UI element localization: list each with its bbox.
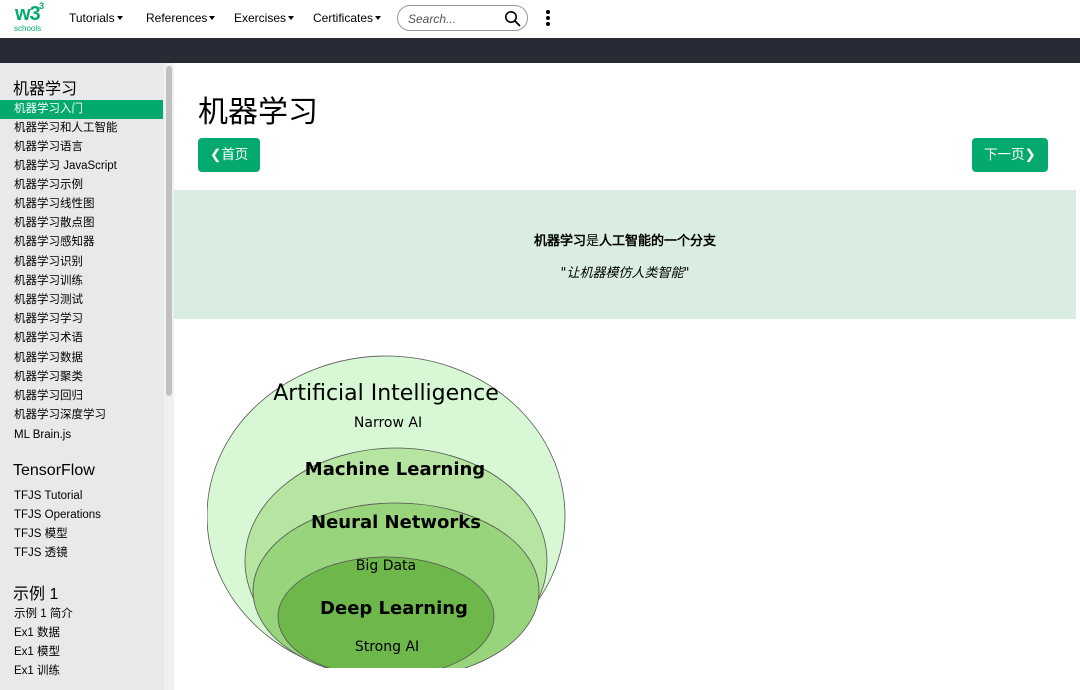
nav-exercises-label: Exercises [234, 11, 287, 25]
sidebar-heading-example1: 示例 1 [13, 586, 59, 603]
sidebar-item[interactable]: TFJS Tutorial [0, 487, 163, 506]
caret-down-icon [288, 16, 295, 20]
sidebar-item[interactable]: 机器学习数据 [0, 349, 163, 368]
next-page-button[interactable]: 下一页❯ [972, 138, 1048, 172]
sidebar-item[interactable]: Ex1 数据 [0, 624, 163, 643]
top-nav: w3 3 schools Tutorials References Exerci… [0, 0, 1080, 38]
dl-label: Deep Learning [320, 598, 468, 619]
sidebar-item[interactable]: 机器学习训练 [0, 272, 163, 291]
page-title: 机器学习 [198, 95, 318, 130]
main-content: 机器学习 ❮首页 下一页❯ 机器学习是人工智能的一个分支 "让机器模仿人类智能"… [174, 63, 1080, 690]
search-box [397, 5, 528, 31]
sidebar-item[interactable]: TFJS 模型 [0, 525, 163, 544]
search-icon[interactable] [504, 10, 521, 27]
sidebar-item[interactable]: 机器学习聚类 [0, 368, 163, 387]
sidebar-item[interactable]: 机器学习深度学习 [0, 406, 163, 425]
sidebar-item[interactable]: 机器学习测试 [0, 291, 163, 310]
intro-banner: 机器学习是人工智能的一个分支 "让机器模仿人类智能" [174, 190, 1076, 319]
caret-down-icon [116, 16, 123, 20]
chevron-left-icon: ❮ [210, 147, 222, 163]
sidebar-item[interactable]: ML Brain.js [0, 426, 163, 445]
narrow-ai-label: Narrow AI [354, 415, 422, 431]
sidebar-item[interactable]: 机器学习语言 [0, 138, 163, 157]
big-data-label: Big Data [356, 558, 416, 574]
sidebar-item[interactable]: Ex1 训练 [0, 662, 163, 681]
nav-references[interactable]: References [146, 11, 216, 25]
logo-superscript: 3 [39, 1, 45, 11]
sidebar-item[interactable]: 机器学习 JavaScript [0, 157, 163, 176]
chevron-right-icon: ❯ [1024, 147, 1036, 163]
dark-subnav-bar [0, 38, 1080, 63]
sidebar-heading-ml: 机器学习 [13, 81, 78, 98]
caret-down-icon [375, 16, 382, 20]
kebab-menu-icon[interactable] [544, 9, 552, 27]
banner-term: 机器学习 [533, 234, 586, 249]
ai-label: Artificial Intelligence [273, 381, 499, 406]
sidebar-item[interactable]: 机器学习识别 [0, 253, 163, 272]
ai-nested-diagram: Artificial Intelligence Narrow AI Machin… [207, 355, 566, 668]
nav-tutorials-label: Tutorials [69, 11, 115, 25]
sidebar-item[interactable]: 机器学习感知器 [0, 233, 163, 252]
nav-tutorials[interactable]: Tutorials [69, 11, 123, 25]
logo-mark: w3 [15, 3, 41, 25]
nn-label: Neural Networks [311, 512, 481, 533]
sidebar-item[interactable]: 机器学习学习 [0, 310, 163, 329]
sidebar-heading-tensorflow: TensorFlow [13, 462, 95, 479]
sidebar-item[interactable]: 机器学习和人工智能 [0, 119, 163, 138]
sidebar: 机器学习 机器学习入门 机器学习和人工智能 机器学习语言 机器学习 JavaSc… [0, 63, 174, 690]
strong-ai-label: Strong AI [355, 639, 419, 655]
w3schools-logo[interactable]: w3 3 schools [13, 1, 47, 33]
sidebar-item[interactable]: 机器学习示例 [0, 176, 163, 195]
banner-quote: "让机器模仿人类智能" [560, 266, 690, 281]
caret-down-icon [209, 16, 216, 20]
sidebar-item[interactable]: Ex1 模型 [0, 643, 163, 662]
sidebar-item[interactable]: 机器学习回归 [0, 387, 163, 406]
sidebar-item[interactable]: 机器学习术语 [0, 329, 163, 348]
sidebar-item[interactable]: 示例 1 简介 [0, 605, 163, 624]
sidebar-item[interactable]: TFJS 透镜 [0, 544, 163, 563]
nav-certificates-label: Certificates [313, 11, 374, 25]
banner-statement: 机器学习是人工智能的一个分支 [174, 230, 1076, 249]
banner-connector: 是 [585, 234, 599, 249]
nav-exercises[interactable]: Exercises [234, 11, 295, 25]
logo-word: schools [14, 24, 42, 33]
home-button-label: 首页 [221, 147, 249, 163]
sidebar-scrollbar-thumb[interactable] [166, 66, 172, 396]
nav-certificates[interactable]: Certificates [313, 11, 382, 25]
banner-definition: 人工智能的一个分支 [599, 234, 717, 249]
home-button[interactable]: ❮首页 [198, 138, 261, 172]
search-input[interactable] [408, 10, 503, 27]
sidebar-item[interactable]: TFJS Operations [0, 506, 163, 525]
sidebar-item[interactable]: 机器学习散点图 [0, 214, 163, 233]
sidebar-item-ml-intro[interactable]: 机器学习入门 [0, 100, 163, 119]
ml-label: Machine Learning [305, 459, 485, 480]
nav-references-label: References [146, 11, 208, 25]
next-button-label: 下一页 [984, 147, 1025, 163]
sidebar-item[interactable]: 机器学习线性图 [0, 195, 163, 214]
